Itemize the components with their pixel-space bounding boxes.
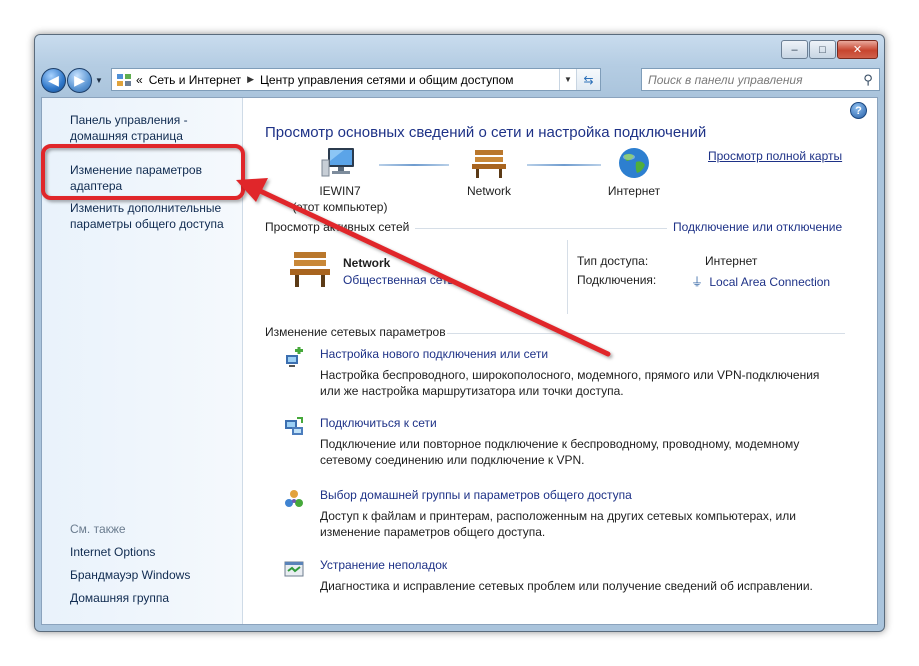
full-map-link[interactable]: Просмотр полной карты <box>708 149 842 163</box>
connections-label: Подключения: <box>577 273 657 287</box>
homegroup-icon <box>283 488 305 510</box>
change-settings-rule <box>447 333 845 334</box>
task-homegroup-desc: Доступ к файлам и принтерам, расположенн… <box>320 508 880 540</box>
task-homegroup-desc-line1: Доступ к файлам и принтерам, расположенн… <box>320 509 796 523</box>
search-icon[interactable]: ⚲ <box>857 72 879 88</box>
public-network-bench-icon <box>287 248 333 290</box>
map-node-internet[interactable]: Интернет <box>589 146 679 199</box>
search-box[interactable]: Поиск в панели управления ⚲ <box>641 68 880 91</box>
map-node-computer: IEWIN7 (этот компьютер) <box>285 146 395 215</box>
active-networks-heading: Просмотр активных сетей <box>265 220 410 234</box>
computer-icon <box>320 146 360 180</box>
see-also-caption: См. также <box>70 522 126 536</box>
recent-pages-dropdown[interactable]: ▼ <box>93 76 105 85</box>
active-network-name: Network <box>343 256 391 270</box>
active-networks-divider <box>567 240 568 314</box>
map-node-network[interactable]: Network <box>449 146 529 199</box>
see-also-internet-options[interactable]: Internet Options <box>70 544 155 560</box>
help-icon[interactable]: ? <box>850 102 867 119</box>
task-homegroup: Выбор домашней группы и параметров общег… <box>283 488 863 539</box>
task-connect-link[interactable]: Подключиться к сети <box>320 416 437 430</box>
sidebar-item-adapter-line2: адаптера <box>70 179 123 193</box>
task-new-connection-desc: Настройка беспроводного, широкополосного… <box>320 367 880 399</box>
caption-buttons: – □ ✕ <box>781 40 878 59</box>
search-input[interactable]: Поиск в панели управления <box>648 73 857 87</box>
sidebar-item-adapter-settings[interactable]: Изменение параметров адаптера <box>70 162 202 194</box>
task-troubleshoot-desc-line1: Диагностика и исправление сетевых пробле… <box>320 579 813 593</box>
client-area: Панель управления - домашняя страница Из… <box>41 97 878 625</box>
control-panel-window: – □ ✕ ◀ ▶ ▼ « Сеть и Интернет ▶ Центр уп… <box>34 34 885 632</box>
connections-value[interactable]: ⏚ Local Area Connection <box>691 273 830 290</box>
task-new-connection-desc-line2: или же настройка маршрутизатора или точк… <box>320 384 624 398</box>
sidebar-item-home-line2: домашняя страница <box>70 129 183 143</box>
breadcrumb-separator-icon[interactable]: ▶ <box>247 74 254 85</box>
connect-network-icon <box>283 416 305 438</box>
address-controls: ▼ ⇆ <box>559 69 600 90</box>
see-also-homegroup[interactable]: Домашняя группа <box>70 590 169 606</box>
task-connect-desc-line1: Подключение или повторное подключение к … <box>320 437 800 451</box>
task-connect: Подключиться к сети Подключение или повт… <box>283 416 863 467</box>
sidebar-item-sharing-line2: параметры общего доступа <box>70 217 224 231</box>
task-new-connection-desc-line1: Настройка беспроводного, широкополосного… <box>320 368 820 382</box>
refresh-button[interactable]: ⇆ <box>576 69 600 90</box>
address-bar[interactable]: « Сеть и Интернет ▶ Центр управления сет… <box>111 68 601 91</box>
new-connection-icon <box>283 347 305 369</box>
troubleshoot-icon <box>283 558 305 580</box>
change-settings-heading: Изменение сетевых параметров <box>265 325 446 339</box>
ethernet-cable-icon: ⏚ <box>691 275 704 289</box>
task-troubleshoot-link[interactable]: Устранение неполадок <box>320 558 447 572</box>
bench-icon <box>469 146 509 180</box>
network-label: Network <box>466 184 511 198</box>
connect-disconnect-link[interactable]: Подключение или отключение <box>673 220 842 234</box>
main-content: ? Просмотр основных сведений о сети и на… <box>243 98 877 624</box>
task-new-connection: Настройка нового подключения или сети На… <box>283 347 863 398</box>
breadcrumb-network-center[interactable]: Центр управления сетями и общим доступом <box>260 73 514 87</box>
sidebar-item-home[interactable]: Панель управления - домашняя страница <box>70 112 188 144</box>
task-homegroup-desc-line2: изменение параметров общего доступа. <box>320 525 546 539</box>
navigation-bar: ◀ ▶ ▼ « Сеть и Интернет ▶ Центр управлен… <box>41 66 880 94</box>
computer-sub: (этот компьютер) <box>292 200 388 214</box>
internet-label: Интернет <box>607 184 661 198</box>
access-type-label: Тип доступа: <box>577 254 649 268</box>
task-connect-desc: Подключение или повторное подключение к … <box>320 436 880 468</box>
control-panel-icon <box>116 72 132 88</box>
sidebar: Панель управления - домашняя страница Из… <box>42 98 243 624</box>
active-networks-rule <box>415 228 667 229</box>
network-type-link[interactable]: Общественная сеть <box>343 273 454 287</box>
sidebar-item-home-line1: Панель управления - <box>70 113 188 127</box>
maximize-button[interactable]: □ <box>809 40 836 59</box>
sidebar-item-sharing-line1: Изменить дополнительные <box>70 201 222 215</box>
address-dropdown-icon[interactable]: ▼ <box>559 69 576 90</box>
task-new-connection-link[interactable]: Настройка нового подключения или сети <box>320 347 548 361</box>
task-homegroup-link[interactable]: Выбор домашней группы и параметров общег… <box>320 488 632 502</box>
minimize-button[interactable]: – <box>781 40 808 59</box>
back-button[interactable]: ◀ <box>41 67 66 93</box>
breadcrumb-network-internet[interactable]: Сеть и Интернет <box>149 73 241 87</box>
task-troubleshoot-desc: Диагностика и исправление сетевых пробле… <box>320 578 880 594</box>
task-connect-desc-line2: сетевому соединению или подключение к VP… <box>320 453 585 467</box>
sidebar-item-adapter-line1: Изменение параметров <box>70 163 202 177</box>
close-button[interactable]: ✕ <box>837 40 878 59</box>
globe-icon <box>614 146 654 180</box>
local-area-connection-link[interactable]: Local Area Connection <box>709 275 830 289</box>
sidebar-item-sharing-settings[interactable]: Изменить дополнительные параметры общего… <box>70 200 224 232</box>
map-connector-1 <box>379 164 449 166</box>
forward-button[interactable]: ▶ <box>67 67 92 93</box>
address-overflow-chevron[interactable]: « <box>136 73 143 87</box>
see-also-firewall[interactable]: Брандмауэр Windows <box>70 567 190 583</box>
page-title: Просмотр основных сведений о сети и наст… <box>265 124 707 141</box>
access-type-value: Интернет <box>705 254 758 268</box>
task-troubleshoot: Устранение неполадок Диагностика и испра… <box>283 558 863 598</box>
computer-name: IEWIN7 <box>319 184 361 198</box>
